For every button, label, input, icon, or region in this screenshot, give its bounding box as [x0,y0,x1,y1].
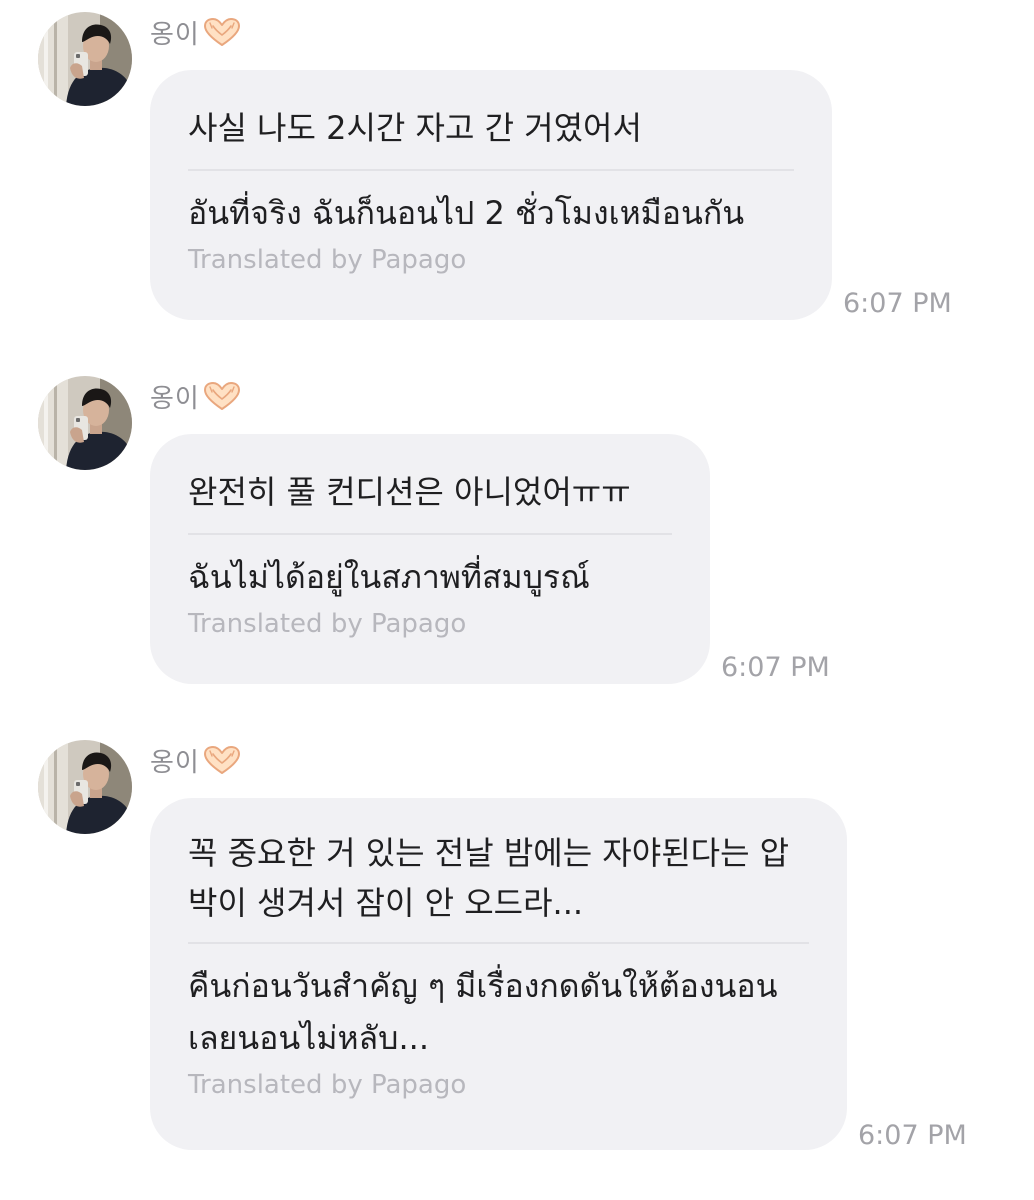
avatar[interactable] [38,12,132,106]
translated-text: ฉันไม่ได้อยู่ในสภาพที่สมบูรณ์ [188,558,590,596]
translation-credit: Translated by Papago [188,609,467,639]
heart-hands-icon [202,17,242,47]
translated-text: อันที่จริง ฉันก็นอนไป 2 ชั่วโมงเหมือนกัน [188,194,745,232]
heart-hands-icon [202,745,242,775]
message-bubble[interactable]: 사실 나도 2시간 자고 간 거였어서 อันที่จริง ฉันก็นอนไ… [150,70,832,320]
sender-name: 옹이 [150,14,242,50]
sender-name-text: 옹이 [150,747,200,778]
sender-name: 옹이 [150,742,242,778]
translated-text: คืนก่อนวันสำคัญ ๆ มีเรื่องกดดันให้ต้องนอ… [188,967,778,1057]
message-bubble[interactable]: 완전히 풀 컨디션은 아니었어ㅠㅠ ฉันไม่ได้อยู่ในสภาพที่… [150,434,710,684]
message-bubble[interactable]: 꼭 중요한 거 있는 전날 밤에는 자야된다는 압박이 생겨서 잠이 안 오드라… [150,798,847,1150]
translation-divider [188,533,672,535]
sender-name-text: 옹이 [150,19,200,50]
avatar[interactable] [38,740,132,834]
translation-divider [188,942,809,944]
sender-name: 옹이 [150,378,242,414]
translation-credit: Translated by Papago [188,245,467,275]
translation-credit: Translated by Papago [188,1070,467,1100]
original-text: 완전히 풀 컨디션은 아니었어ㅠㅠ [188,473,631,511]
original-text: 꼭 중요한 거 있는 전날 밤에는 자야된다는 압박이 생겨서 잠이 안 오드라… [188,834,790,922]
message-timestamp: 6:07 PM [843,288,952,319]
original-text: 사실 나도 2시간 자고 간 거였어서 [188,109,642,147]
avatar[interactable] [38,376,132,470]
translation-divider [188,169,794,171]
heart-hands-icon [202,381,242,411]
message-timestamp: 6:07 PM [721,652,830,683]
sender-name-text: 옹이 [150,383,200,414]
message-timestamp: 6:07 PM [858,1120,967,1151]
